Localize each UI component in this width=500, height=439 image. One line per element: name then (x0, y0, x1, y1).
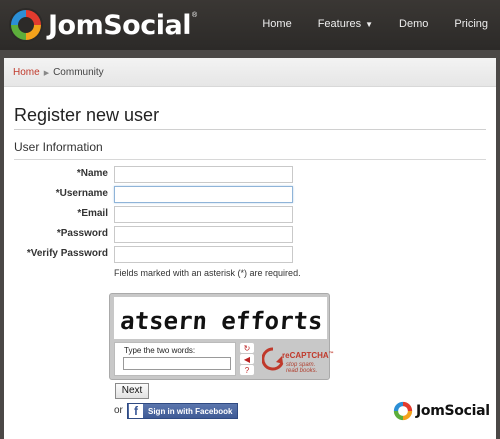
name-label: *Name (76, 168, 108, 179)
breadcrumb-arrow-icon: ▶ (43, 69, 50, 77)
nav-home[interactable]: Home (262, 18, 291, 30)
section-heading: User Information (14, 140, 103, 154)
facebook-signin-label: Sign in with Facebook (148, 406, 233, 416)
username-label: *Username (55, 188, 108, 199)
content-panel: Home ▶ Community Register new user User … (4, 58, 496, 439)
captcha-words: atsern efforts (119, 307, 323, 335)
recaptcha-tagline: stop spam. read books. (286, 362, 317, 374)
help-icon[interactable]: ? (240, 365, 254, 375)
captcha-image: atsern efforts (114, 297, 327, 339)
audio-icon[interactable]: ◀ (240, 354, 254, 364)
recaptcha-swirl-icon (262, 347, 284, 371)
nav-demo[interactable]: Demo (399, 18, 428, 30)
trademark-mark: ™ (328, 351, 334, 357)
top-bar: JomSocial ® Home Features ▼ Demo Pricing (0, 0, 500, 50)
main-nav: Home Features ▼ Demo Pricing (236, 18, 488, 30)
next-button[interactable]: Next (115, 383, 149, 399)
recaptcha-tagline-2: read books. (286, 368, 318, 374)
breadcrumb-current: Community (53, 67, 104, 78)
verify-password-field[interactable] (114, 246, 293, 263)
footer-brand: JomSocial (416, 403, 490, 419)
facebook-signin-button[interactable]: f Sign in with Facebook (127, 403, 238, 419)
recaptcha-wordmark: reCAPTCHA (282, 351, 329, 360)
facebook-icon: f (129, 404, 143, 418)
refresh-icon[interactable]: ↻ (240, 343, 254, 353)
email-field[interactable] (114, 206, 293, 223)
chevron-down-icon: ▼ (365, 20, 374, 29)
captcha-prompt: Type the two words: (124, 346, 196, 355)
brand-name: JomSocial (48, 9, 191, 41)
footer-logo: JomSocial (392, 400, 490, 422)
registered-mark: ® (191, 11, 198, 19)
password-label: *Password (56, 228, 108, 239)
captcha-input[interactable] (123, 357, 231, 370)
breadcrumb: Home ▶ Community (13, 67, 104, 78)
jomsocial-logo-icon (393, 401, 413, 421)
page-title: Register new user (14, 105, 160, 125)
recaptcha-widget: atsern efforts Type the two words: ↻ ◀ ?… (109, 293, 334, 380)
breadcrumb-home-link[interactable]: Home (13, 67, 40, 78)
brand-logo[interactable]: JomSocial ® (8, 7, 197, 43)
breadcrumb-bar: Home ▶ Community (4, 58, 496, 87)
nav-pricing[interactable]: Pricing (454, 18, 488, 30)
username-field[interactable] (114, 186, 293, 203)
recaptcha-logo-text: rereCAPTCHA™ (282, 351, 334, 360)
password-field[interactable] (114, 226, 293, 243)
email-label: *Email (77, 208, 108, 219)
captcha-words-image: atsern efforts (119, 307, 323, 335)
nav-features[interactable]: Features ▼ (318, 18, 373, 30)
section-divider (14, 159, 486, 160)
jomsocial-logo-icon (9, 8, 43, 42)
title-divider (14, 129, 486, 130)
verify-password-label: *Verify Password (26, 248, 108, 259)
or-separator: or (114, 405, 123, 416)
name-field[interactable] (114, 166, 293, 183)
required-note: Fields marked with an asterisk (*) are r… (114, 268, 301, 278)
captcha-controls: ↻ ◀ ? (240, 343, 258, 377)
recaptcha-logo: rereCAPTCHA™ stop spam.read books. (262, 344, 334, 378)
nav-features-label: Features (317, 18, 362, 30)
